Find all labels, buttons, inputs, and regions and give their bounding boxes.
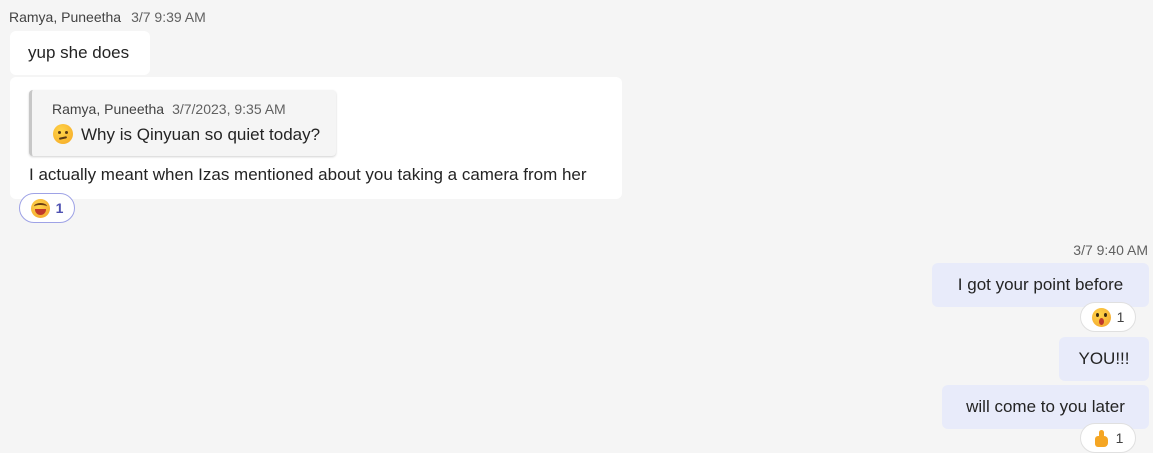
- quote-time: 3/7/2023, 9:35 AM: [172, 101, 286, 117]
- reaction-count: 1: [1115, 430, 1124, 446]
- message-meta: Ramya, Puneetha 3/7 9:39 AM: [9, 9, 206, 25]
- reaction-count: 1: [55, 200, 64, 216]
- reaction-count: 1: [1116, 309, 1125, 325]
- surprised-face-icon: [1091, 307, 1111, 327]
- quoted-reply[interactable]: Ramya, Puneetha 3/7/2023, 9:35 AM Why is …: [29, 90, 336, 156]
- message-text: I got your point before: [957, 275, 1124, 294]
- message-time: 3/7 9:39 AM: [131, 9, 206, 25]
- reaction-pill[interactable]: 1: [19, 193, 75, 223]
- message-bubble-with-quote[interactable]: Ramya, Puneetha 3/7/2023, 9:35 AM Why is …: [10, 77, 622, 199]
- reaction-pill[interactable]: 1: [1080, 302, 1136, 332]
- quote-sender: Ramya, Puneetha: [52, 101, 165, 117]
- thumbs-up-icon: [1093, 429, 1110, 448]
- thinking-face-icon: [53, 124, 73, 144]
- message-text: YOU!!!: [1078, 349, 1130, 368]
- message-text: yup she does: [28, 43, 130, 62]
- message-text: will come to you later: [966, 397, 1125, 416]
- laughing-face-icon: [30, 198, 50, 218]
- message-bubble[interactable]: yup she does: [10, 31, 150, 75]
- quote-text-row: Why is Qinyuan so quiet today?: [53, 124, 320, 146]
- sender-name: Ramya, Puneetha: [9, 9, 122, 25]
- reaction-pill[interactable]: 1: [1080, 423, 1136, 453]
- message-time: 3/7 9:40 AM: [1073, 242, 1148, 258]
- message-bubble[interactable]: I got your point before: [932, 263, 1149, 307]
- quote-text: Why is Qinyuan so quiet today?: [81, 125, 321, 144]
- chat-thread: Ramya, Puneetha 3/7 9:39 AM yup she does …: [0, 0, 1153, 453]
- message-bubble[interactable]: YOU!!!: [1059, 337, 1149, 381]
- quote-meta: Ramya, Puneetha 3/7/2023, 9:35 AM: [52, 100, 286, 118]
- message-text: I actually meant when Izas mentioned abo…: [29, 165, 587, 184]
